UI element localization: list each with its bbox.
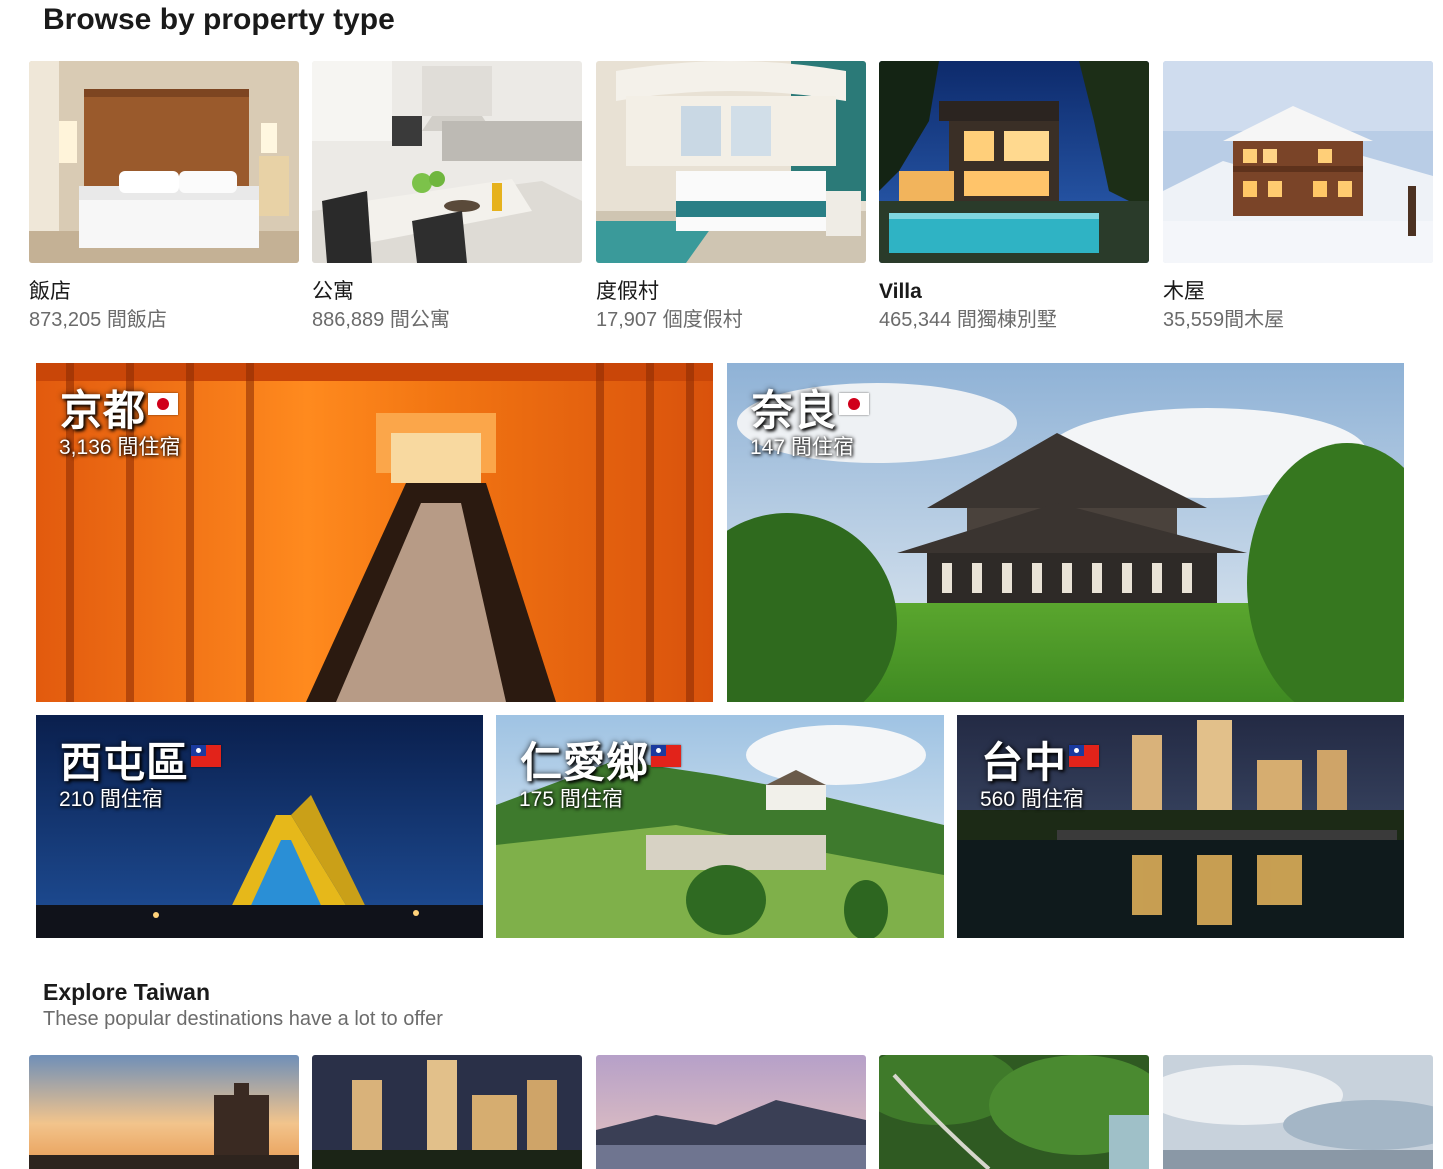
property-type-name: 木屋 [1163, 280, 1205, 303]
explore-card[interactable] [596, 1055, 866, 1169]
explore-section-title: Explore Taiwan [43, 979, 211, 1005]
destination-card-kyoto[interactable]: 京都 3,136 間住宿 [36, 363, 713, 702]
explore-image [312, 1055, 582, 1169]
property-type-name: 公寓 [312, 280, 354, 303]
taiwan-flag-icon [1069, 745, 1100, 767]
property-type-name: 度假村 [596, 280, 659, 303]
destination-count: 560 間住宿 [980, 788, 1084, 811]
explore-card[interactable] [29, 1055, 299, 1169]
explore-image [879, 1055, 1149, 1169]
japan-flag-icon [839, 393, 870, 415]
resort-image [596, 61, 866, 263]
destination-name: 仁愛鄉 [520, 729, 682, 790]
destination-card-taichung[interactable]: 台中 560 間住宿 [957, 715, 1404, 938]
destination-card-renai[interactable]: 仁愛鄉 175 間住宿 [496, 715, 944, 938]
explore-card[interactable] [879, 1055, 1149, 1169]
property-type-count: 35,559間木屋 [1163, 309, 1285, 331]
hotel-image [29, 61, 299, 263]
explore-card[interactable] [312, 1055, 582, 1169]
destination-name: 京都 [60, 377, 179, 438]
taiwan-flag-icon [651, 745, 682, 767]
browse-section-title: Browse by property type [43, 3, 395, 36]
villa-image [879, 61, 1149, 263]
destination-count: 3,136 間住宿 [59, 436, 181, 459]
property-type-name: 飯店 [29, 280, 71, 303]
apartment-image [312, 61, 582, 263]
property-type-count: 886,889 間公寓 [312, 309, 450, 331]
property-type-card-chalet[interactable]: 木屋 35,559間木屋 [1163, 61, 1433, 335]
explore-image [596, 1055, 866, 1169]
property-type-count: 873,205 間飯店 [29, 309, 167, 331]
property-type-card-villa[interactable]: Villa 465,344 間獨棟別墅 [879, 61, 1149, 335]
destination-card-xitun[interactable]: 西屯區 210 間住宿 [36, 715, 483, 938]
explore-section-subtitle: These popular destinations have a lot to… [43, 1008, 443, 1030]
explore-image [1163, 1055, 1433, 1169]
property-type-card-hotel[interactable]: 飯店 873,205 間飯店 [29, 61, 299, 335]
property-type-card-apartment[interactable]: 公寓 886,889 間公寓 [312, 61, 582, 335]
property-type-count: 17,907 個度假村 [596, 309, 743, 331]
destination-name: 西屯區 [60, 729, 222, 790]
taiwan-flag-icon [191, 745, 222, 767]
japan-flag-icon [148, 393, 179, 415]
destination-count: 147 間住宿 [750, 436, 854, 459]
property-type-card-resort[interactable]: 度假村 17,907 個度假村 [596, 61, 866, 335]
property-type-count: 465,344 間獨棟別墅 [879, 309, 1057, 331]
destination-count: 210 間住宿 [59, 788, 163, 811]
destination-name: 奈良 [751, 377, 870, 438]
chalet-image [1163, 61, 1433, 263]
explore-image [29, 1055, 299, 1169]
destination-name: 台中 [981, 729, 1100, 790]
destination-count: 175 間住宿 [519, 788, 623, 811]
explore-card[interactable] [1163, 1055, 1433, 1169]
property-type-name: Villa [879, 280, 922, 303]
destination-card-nara[interactable]: 奈良 147 間住宿 [727, 363, 1404, 702]
